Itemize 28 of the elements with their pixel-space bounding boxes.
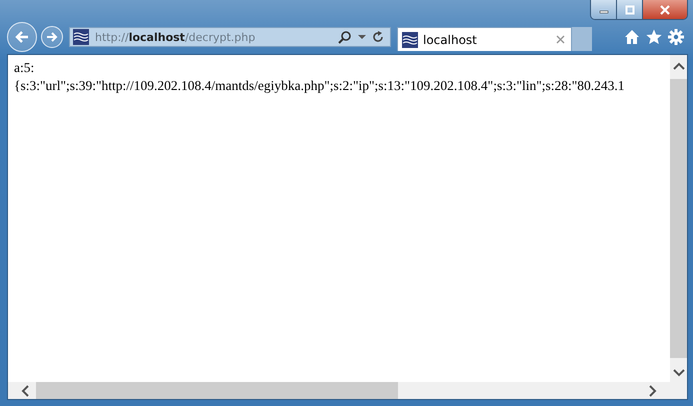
dropdown-icon[interactable] bbox=[358, 33, 366, 41]
page-icon bbox=[402, 32, 418, 48]
scroll-left-icon[interactable] bbox=[20, 384, 30, 396]
browser-tab[interactable]: localhost bbox=[397, 27, 572, 51]
scroll-up-icon[interactable] bbox=[672, 61, 684, 71]
close-button[interactable] bbox=[643, 0, 687, 19]
forward-arrow-icon bbox=[45, 30, 59, 44]
star-icon[interactable] bbox=[646, 29, 662, 45]
maximize-icon bbox=[624, 4, 634, 14]
scroll-right-icon[interactable] bbox=[648, 384, 658, 396]
scrollbar-thumb[interactable] bbox=[36, 382, 398, 399]
maximize-button[interactable] bbox=[617, 0, 643, 19]
close-tab-icon[interactable] bbox=[556, 35, 565, 44]
close-icon bbox=[660, 4, 670, 14]
search-icon[interactable] bbox=[338, 30, 352, 44]
url-text: http://localhost/decrypt.php bbox=[95, 30, 256, 44]
text-line: a:5: bbox=[14, 59, 36, 77]
scroll-down-icon[interactable] bbox=[672, 368, 684, 378]
horizontal-scrollbar[interactable] bbox=[8, 382, 687, 399]
refresh-icon[interactable] bbox=[372, 31, 384, 43]
text-line: {s:3:"url";s:39:"http://109.202.108.4/mantds/egiybka.php";s:2:"ip";s:13:"109.202.108.4";s:3:"lin";s:28:"80.243.1 bbox=[14, 77, 626, 95]
minimize-button[interactable] bbox=[591, 0, 617, 19]
address-bar[interactable]: http://localhost/decrypt.php bbox=[69, 27, 391, 47]
home-icon[interactable] bbox=[624, 29, 640, 45]
forward-button[interactable] bbox=[41, 26, 63, 48]
back-button[interactable] bbox=[7, 22, 37, 52]
page-icon bbox=[73, 29, 89, 45]
settings-icon[interactable] bbox=[668, 29, 684, 45]
